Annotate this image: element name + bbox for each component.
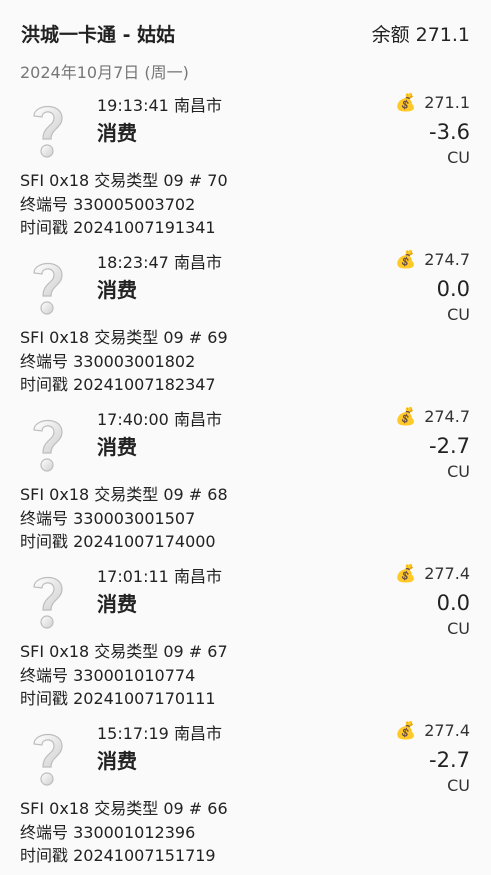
balance-label: 余额 271.1	[371, 24, 470, 46]
currency-unit: CU	[447, 148, 470, 167]
timestamp-line: 时间戳 20241007170111	[20, 689, 216, 708]
money-bag-icon: 💰	[395, 721, 417, 741]
transaction-item[interactable]: 17:01:11 南昌市 消费 💰 277.4 0.0 CU SFI 0x18 交…	[0, 561, 491, 718]
transaction-type: 消费	[97, 749, 137, 773]
transaction-amount: -3.6	[429, 120, 470, 144]
sfi-line: SFI 0x18 交易类型 09 # 67	[20, 642, 228, 661]
transaction-time-location: 17:01:11 南昌市	[97, 567, 222, 586]
transaction-details: SFI 0x18 交易类型 09 # 68 终端号 330003001507 时…	[20, 483, 228, 554]
currency-unit: CU	[447, 619, 470, 638]
card-title: 洪城一卡通 - 姑姑	[21, 24, 176, 46]
transaction-details: SFI 0x18 交易类型 09 # 66 终端号 330001012396 时…	[20, 797, 228, 868]
money-bag-icon: 💰	[395, 250, 417, 270]
sfi-line: SFI 0x18 交易类型 09 # 69	[20, 328, 228, 347]
transaction-amount-block: 💰 277.4 -2.7 CU	[395, 718, 470, 797]
transaction-type: 消费	[97, 435, 137, 459]
question-mark-icon	[33, 419, 63, 472]
transaction-details: SFI 0x18 交易类型 09 # 67 终端号 330001010774 时…	[20, 640, 228, 711]
transaction-details: SFI 0x18 交易类型 09 # 69 终端号 330003001802 时…	[20, 326, 228, 397]
terminal-line: 终端号 330001010774	[20, 665, 196, 685]
sfi-line: SFI 0x18 交易类型 09 # 70	[20, 171, 228, 190]
transaction-time-location: 18:23:47 南昌市	[97, 253, 222, 272]
terminal-line: 终端号 330003001802	[20, 351, 196, 371]
transaction-amount-block: 💰 274.7 0.0 CU	[395, 247, 470, 326]
terminal-line: 终端号 330005003702	[20, 194, 196, 214]
currency-unit: CU	[447, 776, 470, 795]
balance-after: 274.7	[424, 407, 470, 426]
transaction-item[interactable]: 17:40:00 南昌市 消费 💰 274.7 -2.7 CU SFI 0x18 …	[0, 404, 491, 561]
balance-after: 271.1	[424, 93, 470, 112]
terminal-line: 终端号 330003001507	[20, 508, 196, 528]
sfi-line: SFI 0x18 交易类型 09 # 66	[20, 799, 228, 818]
transaction-list: 19:13:41 南昌市 消费 💰 271.1 -3.6 CU SFI 0x18 …	[0, 90, 491, 875]
transaction-time-location: 19:13:41 南昌市	[97, 96, 222, 115]
transaction-amount: 0.0	[436, 591, 470, 615]
transaction-type: 消费	[97, 278, 137, 302]
question-mark-icon	[33, 576, 63, 629]
balance-after: 277.4	[424, 721, 470, 740]
balance-after: 277.4	[424, 564, 470, 583]
timestamp-line: 时间戳 20241007191341	[20, 218, 216, 237]
transaction-amount-block: 💰 271.1 -3.6 CU	[395, 90, 470, 169]
money-bag-icon: 💰	[395, 93, 417, 113]
timestamp-line: 时间戳 20241007182347	[20, 375, 216, 394]
sfi-line: SFI 0x18 交易类型 09 # 68	[20, 485, 228, 504]
transaction-time-location: 15:17:19 南昌市	[97, 724, 222, 743]
app-header: 洪城一卡通 - 姑姑 余额 271.1	[0, 0, 491, 60]
transaction-time-location: 17:40:00 南昌市	[97, 410, 222, 429]
transaction-type: 消费	[97, 121, 137, 145]
transaction-type: 消费	[97, 592, 137, 616]
money-bag-icon: 💰	[395, 564, 417, 584]
question-mark-icon	[33, 262, 63, 315]
terminal-line: 终端号 330001012396	[20, 822, 196, 842]
timestamp-line: 时间戳 20241007174000	[20, 532, 216, 551]
transaction-amount-block: 💰 277.4 0.0 CU	[395, 561, 470, 640]
transaction-item[interactable]: 19:13:41 南昌市 消费 💰 271.1 -3.6 CU SFI 0x18 …	[0, 90, 491, 247]
currency-unit: CU	[447, 305, 470, 324]
date-header: 2024年10月7日 (周一)	[20, 63, 189, 82]
transaction-item[interactable]: 15:17:19 南昌市 消费 💰 277.4 -2.7 CU SFI 0x18 …	[0, 718, 491, 875]
question-mark-icon	[33, 105, 63, 158]
transaction-amount: -2.7	[429, 748, 470, 772]
transaction-amount: -2.7	[429, 434, 470, 458]
transaction-item[interactable]: 18:23:47 南昌市 消费 💰 274.7 0.0 CU SFI 0x18 交…	[0, 247, 491, 404]
money-bag-icon: 💰	[395, 407, 417, 427]
balance-after: 274.7	[424, 250, 470, 269]
transaction-amount-block: 💰 274.7 -2.7 CU	[395, 404, 470, 483]
currency-unit: CU	[447, 462, 470, 481]
transaction-amount: 0.0	[436, 277, 470, 301]
question-mark-icon	[33, 733, 63, 786]
transaction-details: SFI 0x18 交易类型 09 # 70 终端号 330005003702 时…	[20, 169, 228, 240]
timestamp-line: 时间戳 20241007151719	[20, 846, 216, 865]
